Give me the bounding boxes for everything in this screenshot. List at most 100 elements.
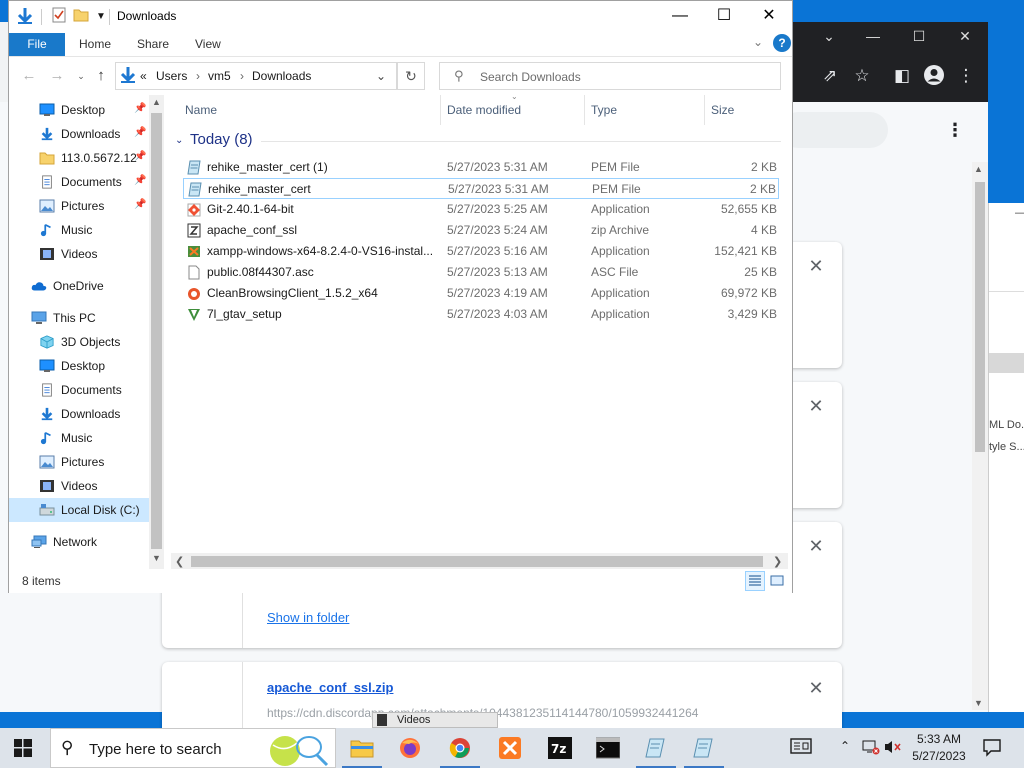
tab-view[interactable]: View: [181, 33, 235, 56]
chrome-menu-icon[interactable]: ⋮: [954, 64, 978, 88]
nav-pane-scrollbar[interactable]: ▲ ▼: [149, 95, 164, 569]
system-clock[interactable]: 5:33 AM 5/27/2023: [906, 731, 972, 765]
customize-quick-access-icon[interactable]: ▼: [91, 7, 111, 27]
file-row[interactable]: CleanBrowsingClient_1.5.2_x64 5/27/2023 4…: [183, 283, 779, 304]
close-button[interactable]: ✕: [746, 1, 792, 31]
taskbar-file-explorer[interactable]: [338, 728, 386, 768]
remove-download-icon[interactable]: ✕: [808, 679, 824, 697]
nav-item-documents-pc[interactable]: Documents: [9, 378, 150, 402]
expand-ribbon-icon[interactable]: ⌄: [753, 35, 763, 49]
address-history-chevron-icon[interactable]: ⌄: [376, 69, 386, 83]
group-header-today[interactable]: Today (8): [190, 131, 253, 148]
column-header-name[interactable]: Name: [179, 95, 441, 125]
properties-quick-icon[interactable]: [49, 7, 69, 27]
file-row[interactable]: public.08f44307.asc 5/27/2023 5:13 AM ASC …: [183, 262, 779, 283]
side-panel-icon[interactable]: ◧: [890, 64, 914, 88]
nav-item-folder-113[interactable]: 113.0.5672.12 📌: [9, 146, 150, 170]
chrome-minimize-button[interactable]: —: [850, 22, 896, 50]
column-header-size[interactable]: Size: [705, 95, 783, 125]
file-row[interactable]: xampp-windows-x64-8.2.4-0-VS16-instal...…: [183, 241, 779, 262]
recent-locations-icon[interactable]: ⌄: [71, 66, 91, 86]
downloads-search-field[interactable]: [780, 112, 888, 148]
new-folder-quick-icon[interactable]: [71, 7, 91, 27]
show-hidden-icons-chevron[interactable]: ⌃: [840, 739, 850, 753]
remove-download-icon[interactable]: ✕: [808, 257, 824, 275]
nav-item-videos-pc[interactable]: Videos: [9, 474, 150, 498]
network-status-icon[interactable]: [862, 739, 880, 758]
nav-item-downloads-pc[interactable]: Downloads: [9, 402, 150, 426]
nav-item-downloads[interactable]: Downloads 📌: [9, 122, 150, 146]
nav-item-music-pc[interactable]: Music: [9, 426, 150, 450]
chrome-scrollbar[interactable]: ▲ ▼: [972, 162, 988, 710]
details-view-button[interactable]: [745, 571, 765, 591]
taskbar-search-box[interactable]: ⚲ Type here to search: [50, 728, 336, 768]
news-widget-icon[interactable]: [790, 737, 812, 758]
refresh-icon[interactable]: ↻: [397, 62, 425, 90]
pin-icon[interactable]: 📌: [134, 151, 146, 162]
file-row[interactable]: rehike_master_cert 5/27/2023 5:31 AM PEM F…: [183, 178, 779, 199]
breadcrumb-vm5[interactable]: vm5: [208, 69, 231, 83]
tab-home[interactable]: Home: [65, 33, 125, 56]
pin-icon[interactable]: 📌: [134, 199, 146, 210]
profile-avatar-icon[interactable]: [922, 64, 946, 88]
remove-download-icon[interactable]: ✕: [808, 397, 824, 415]
bookmark-star-icon[interactable]: ☆: [850, 64, 874, 88]
taskbar-7zip[interactable]: 7z: [536, 728, 584, 768]
nav-item-pictures-pc[interactable]: Pictures: [9, 450, 150, 474]
notifications-icon[interactable]: [982, 737, 1002, 760]
file-date-modified: 5/27/2023 4:03 AM: [447, 307, 548, 321]
taskbar-xampp[interactable]: [486, 728, 534, 768]
pin-icon[interactable]: 📌: [134, 103, 146, 114]
nav-item-music[interactable]: Music: [9, 218, 150, 242]
nav-item-desktop[interactable]: Desktop 📌: [9, 98, 150, 122]
help-icon[interactable]: ?: [773, 34, 791, 52]
column-header-type[interactable]: Type: [585, 95, 705, 125]
address-bar[interactable]: « Users › vm5 › Downloads ⌄: [115, 62, 397, 90]
pin-icon[interactable]: 📌: [134, 127, 146, 138]
breadcrumb-downloads[interactable]: Downloads: [252, 69, 311, 83]
breadcrumb-users[interactable]: Users: [156, 69, 187, 83]
taskbar-cert-viewer-2[interactable]: [680, 728, 728, 768]
nav-item-3d-objects[interactable]: 3D Objects: [9, 330, 150, 354]
breadcrumb-overflow[interactable]: «: [140, 69, 147, 83]
large-icons-view-button[interactable]: [767, 571, 787, 591]
chrome-close-button[interactable]: ✕: [942, 22, 988, 50]
chrome-maximize-button[interactable]: ☐: [896, 22, 942, 50]
taskbar: ⚲ Type here to search 7z ⌃ 5:33 AM 5/27/…: [0, 728, 1024, 768]
back-arrow-icon[interactable]: ←: [19, 66, 39, 86]
volume-muted-icon[interactable]: [884, 739, 902, 758]
file-row[interactable]: apache_conf_ssl 5/27/2023 5:24 AM zip Arch…: [183, 220, 779, 241]
nav-item-desktop-pc[interactable]: Desktop: [9, 354, 150, 378]
minimize-button[interactable]: —: [657, 1, 703, 31]
file-row[interactable]: 7l_gtav_setup 5/27/2023 4:03 AM Applicatio…: [183, 304, 779, 325]
file-row[interactable]: Git-2.40.1-64-bit 5/27/2023 5:25 AM Applic…: [183, 199, 779, 220]
nav-item-onedrive[interactable]: OneDrive: [9, 274, 150, 298]
file-row[interactable]: rehike_master_cert (1) 5/27/2023 5:31 AM P…: [183, 157, 779, 178]
show-in-folder-link[interactable]: Show in folder: [267, 610, 349, 625]
taskbar-terminal[interactable]: [584, 728, 632, 768]
up-arrow-icon[interactable]: ↑: [91, 66, 111, 86]
nav-item-local-disk[interactable]: Local Disk (C:): [9, 498, 150, 522]
nav-item-documents[interactable]: Documents 📌: [9, 170, 150, 194]
search-box[interactable]: ⚲ Search Downloads: [439, 62, 781, 90]
forward-arrow-icon[interactable]: →: [47, 66, 67, 86]
share-icon[interactable]: ⇗: [818, 64, 842, 88]
pin-icon[interactable]: 📌: [134, 175, 146, 186]
group-collapse-chevron-icon[interactable]: ⌄: [175, 135, 183, 146]
downloads-more-actions-icon[interactable]: ⋮: [946, 118, 964, 142]
nav-item-videos[interactable]: Videos: [9, 242, 150, 266]
tab-share[interactable]: Share: [123, 33, 183, 56]
nav-item-pictures[interactable]: Pictures 📌: [9, 194, 150, 218]
taskbar-cert-viewer-1[interactable]: [632, 728, 680, 768]
horizontal-scrollbar[interactable]: ❮ ❯: [171, 553, 788, 570]
taskbar-chrome[interactable]: [436, 728, 484, 768]
remove-download-icon[interactable]: ✕: [808, 537, 824, 555]
download-file-link[interactable]: apache_conf_ssl.zip: [267, 680, 393, 695]
start-button[interactable]: [0, 728, 48, 768]
maximize-button[interactable]: ☐: [701, 1, 747, 31]
nav-item-network[interactable]: Network: [9, 530, 150, 554]
chrome-tab-search-button[interactable]: ⌄: [806, 22, 852, 50]
tab-file[interactable]: File: [9, 33, 65, 56]
taskbar-firefox[interactable]: [386, 728, 434, 768]
nav-item-this-pc[interactable]: This PC: [9, 306, 150, 330]
